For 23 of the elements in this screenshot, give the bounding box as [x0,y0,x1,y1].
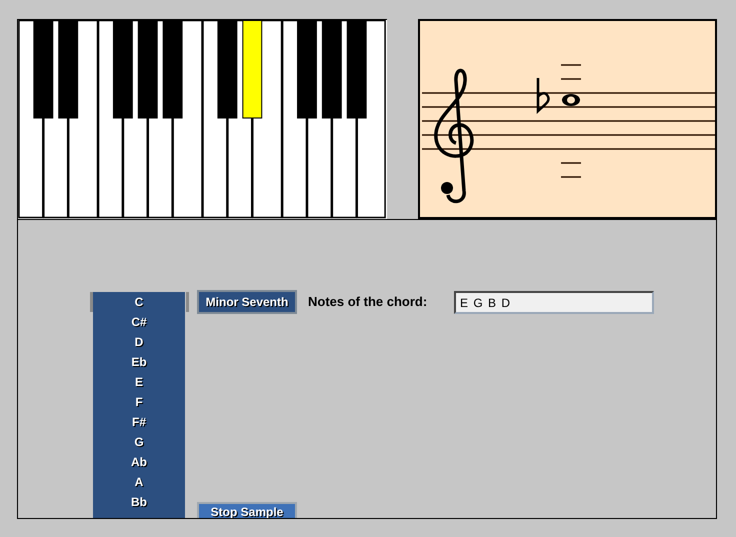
notes-label: Notes of the chord: [308,293,428,311]
sharp-key[interactable] [346,20,367,118]
list-item[interactable]: D [134,333,144,351]
list-item[interactable]: F# [132,413,146,431]
list-item[interactable]: Ab [131,453,147,471]
notes-field[interactable]: E G B D [454,291,654,314]
list-item[interactable]: Bb [131,493,147,511]
sharp-key[interactable] [322,20,342,118]
list-item[interactable]: G [134,433,144,451]
list-item[interactable]: F [135,393,143,411]
sharp-key[interactable] [217,20,238,118]
sharp-key[interactable] [138,20,158,118]
list-item[interactable]: C# [131,313,147,331]
list-item[interactable]: E [134,373,143,391]
list-item[interactable]: Eb [131,353,147,371]
list-item[interactable]: A [134,473,144,491]
sharp-key[interactable] [242,20,262,118]
sharp-key[interactable] [58,20,78,118]
chord-type-button[interactable]: Minor Seventh [197,290,297,314]
list-item[interactable]: C [134,293,144,311]
sharp-key[interactable] [33,20,54,118]
sharp-key[interactable] [162,20,183,118]
sharp-key[interactable] [112,20,133,118]
